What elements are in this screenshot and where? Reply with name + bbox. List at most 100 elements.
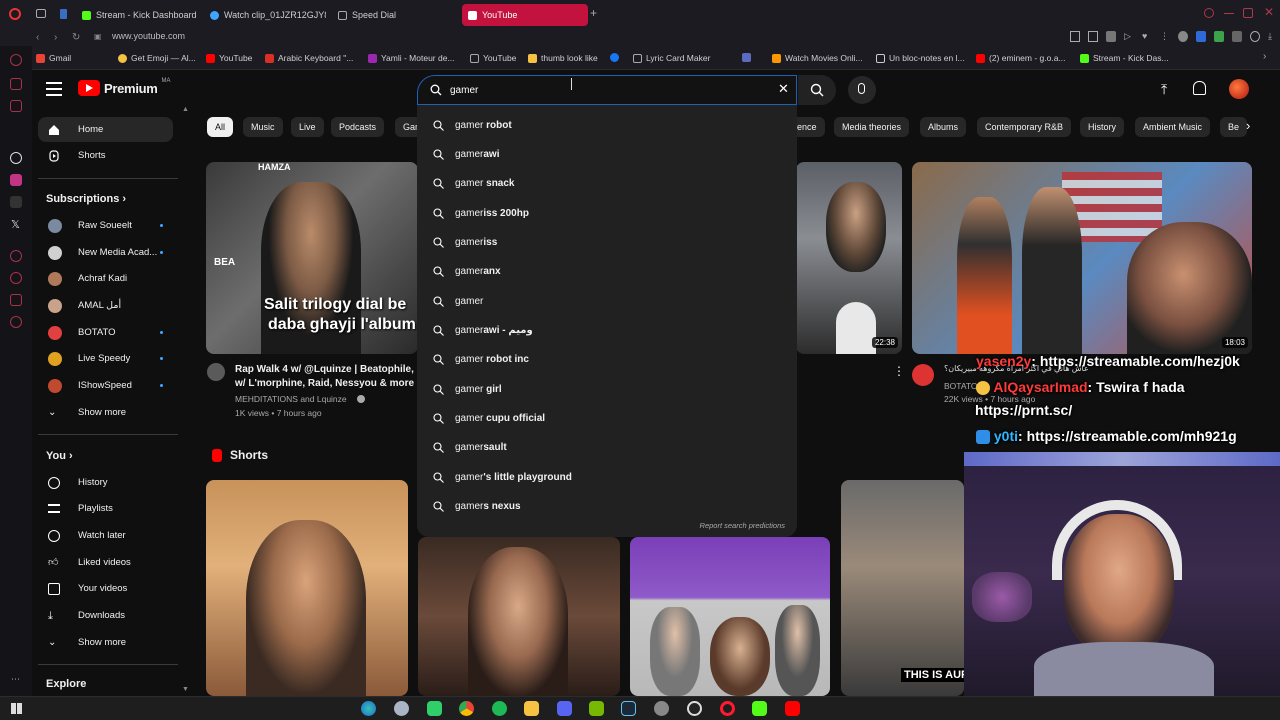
sidebar-item-home[interactable]: Home [38, 117, 173, 142]
tab-watch-clip[interactable]: Watch clip_01JZR12GJY8... [210, 4, 326, 26]
maximize-button[interactable] [1243, 8, 1253, 18]
steam-icon[interactable] [621, 701, 636, 716]
tab-overview-icon[interactable] [36, 9, 46, 18]
suggestion-item[interactable]: gamer robot [417, 111, 797, 140]
chip-podcasts[interactable]: Podcasts [331, 117, 385, 137]
nvidia-icon[interactable] [589, 701, 604, 716]
sidebar-scroll-down-icon[interactable]: ▼ [182, 686, 189, 693]
short-thumbnail-3[interactable] [630, 537, 830, 696]
bookmark-kick-dashboard[interactable]: Stream - Kick Das... [1080, 53, 1169, 63]
notifications-icon[interactable] [1193, 81, 1206, 95]
bookmarks-overflow-icon[interactable]: › [1263, 51, 1266, 62]
bookmark-arabic-keyboard[interactable]: Arabic Keyboard "... [265, 53, 353, 63]
search-box[interactable]: ✕ [417, 75, 797, 105]
extension-green-icon[interactable] [1214, 31, 1224, 42]
suggestion-item[interactable]: gamer snack [417, 169, 797, 198]
edge-icon[interactable] [361, 701, 376, 716]
video-menu-icon[interactable]: ⋮ [893, 364, 905, 378]
suggestion-item[interactable]: gamer [417, 287, 797, 316]
suggestion-item[interactable]: gamer robot inc [417, 345, 797, 374]
sidebar-sub-amal[interactable]: AMAL أمل [38, 293, 173, 318]
sidebar-sub-new-media[interactable]: New Media Acad... [38, 240, 173, 265]
tab-youtube[interactable]: YouTube [462, 4, 588, 26]
bookmark-watch-movies[interactable]: Watch Movies Onli... [772, 53, 863, 63]
sidebar-item-history[interactable]: History [38, 470, 173, 495]
back-icon[interactable]: ‹ [36, 32, 39, 43]
extension-blue-icon[interactable] [1196, 31, 1206, 42]
video-thumbnail-botato[interactable]: 18:03 [912, 162, 1252, 354]
explore-heading[interactable]: Explore [46, 678, 86, 690]
url-field[interactable]: www.youtube.com [112, 31, 185, 41]
telegram-icon[interactable] [10, 100, 22, 112]
file-explorer-icon[interactable] [524, 701, 539, 716]
extension-ai-icon[interactable] [1178, 31, 1188, 42]
menu-icon[interactable] [46, 82, 62, 96]
bookmark-thumb-look-like[interactable]: thumb look like [528, 53, 598, 63]
suggestion-item[interactable]: gameriss [417, 228, 797, 257]
bookmark-notes[interactable] [742, 53, 751, 62]
opera-logo-icon[interactable] [9, 8, 21, 20]
suggestion-item[interactable]: gamersault [417, 433, 797, 462]
sidebar-item-shorts[interactable]: Shorts [38, 143, 173, 168]
music-icon[interactable] [10, 250, 22, 262]
reload-icon[interactable]: ↻ [72, 32, 80, 43]
sidebar-show-more[interactable]: ⌄ Show more [38, 400, 173, 425]
suggestion-item[interactable]: gameranx [417, 257, 797, 286]
close-window-button[interactable]: ✕ [1264, 5, 1274, 19]
subscriptions-heading[interactable]: Subscriptions › [46, 193, 126, 205]
search-input[interactable] [450, 82, 750, 98]
opera-icon[interactable] [720, 701, 735, 716]
bookmark-yamli[interactable]: Yamli - Moteur de... [368, 53, 455, 63]
channel-avatar[interactable] [912, 364, 934, 386]
video-thumbnail-rap-walk[interactable]: HAMZA Salit trilogy dial be daba ghayji … [206, 162, 418, 354]
app-icon[interactable] [427, 701, 442, 716]
chrome-icon[interactable] [459, 701, 474, 716]
report-predictions-link[interactable]: Report search predictions [700, 521, 785, 530]
sidebar-item-playlists[interactable]: Playlists [38, 496, 173, 521]
bookmark-icon[interactable] [1070, 31, 1080, 42]
tab-kick-dashboard[interactable]: Stream - Kick Dashboard [82, 4, 202, 26]
chips-next-icon[interactable]: › [1246, 118, 1250, 133]
new-tab-button[interactable]: + [590, 6, 597, 20]
video-title[interactable]: w/ L'morphine, Raid, Nessyou & more [235, 377, 415, 390]
voice-search-button[interactable] [848, 76, 876, 104]
snapshot-icon[interactable] [1088, 31, 1098, 42]
suggestion-item[interactable]: gamerawi - وميم [417, 316, 797, 345]
profile-icon[interactable] [1250, 31, 1260, 42]
bookmark-youtube[interactable]: YouTube [206, 53, 252, 63]
player-icon[interactable]: ▷ [1124, 31, 1134, 42]
bookmark-lyric-card-maker[interactable]: Lyric Card Maker [633, 53, 710, 63]
suggestion-item[interactable]: gamers nexus [417, 492, 797, 521]
short-thumbnail-4[interactable]: THIS IS AUF [841, 480, 964, 696]
suggestion-item[interactable]: gamer's little playground [417, 463, 797, 492]
x-icon[interactable]: 𝕏 [11, 218, 20, 231]
instagram-icon[interactable] [10, 174, 22, 186]
tab-speed-dial[interactable]: Speed Dial [338, 4, 438, 26]
sidebar-item-downloads[interactable]: ⤓ Downloads [38, 603, 173, 628]
downloads-icon[interactable] [10, 294, 22, 306]
heart-icon[interactable]: ♥ [1142, 31, 1152, 42]
channel-avatar[interactable] [207, 363, 225, 381]
chip-all[interactable]: All [207, 117, 234, 137]
sidebar-item-liked-videos[interactable]: 👍︎ Liked videos [38, 550, 173, 575]
chip-live[interactable]: Live [291, 117, 324, 137]
bookmark-gmail[interactable]: Gmail [36, 53, 71, 63]
chip-history[interactable]: History [1080, 117, 1125, 137]
sidebar-item-watch-later[interactable]: Watch later [38, 523, 173, 548]
short-thumbnail-2[interactable] [418, 537, 620, 696]
history-icon[interactable] [10, 272, 22, 284]
video-title[interactable]: Rap Walk 4 w/ @Lquinze | Beatophile, [235, 363, 415, 376]
chip-ambient-music[interactable]: Ambient Music [1135, 117, 1211, 137]
menu-dots-icon[interactable]: ⋮ [1160, 31, 1170, 42]
shield-icon[interactable] [1106, 31, 1116, 42]
app-icon[interactable] [394, 701, 409, 716]
bookmark-facebook[interactable] [610, 53, 619, 62]
windows-start-icon[interactable] [11, 703, 22, 714]
youtube-icon[interactable] [785, 701, 800, 716]
sidebar-sub-live-speedy[interactable]: Live Speedy [38, 346, 173, 371]
more-icon[interactable]: ⋯ [11, 674, 20, 685]
minimize-button[interactable] [1224, 13, 1234, 14]
create-icon[interactable]: ⤒ [1161, 81, 1167, 98]
suggestion-item[interactable]: gamerawi [417, 140, 797, 169]
sidebar-sub-achraf-kadi[interactable]: Achraf Kadi [38, 266, 173, 291]
